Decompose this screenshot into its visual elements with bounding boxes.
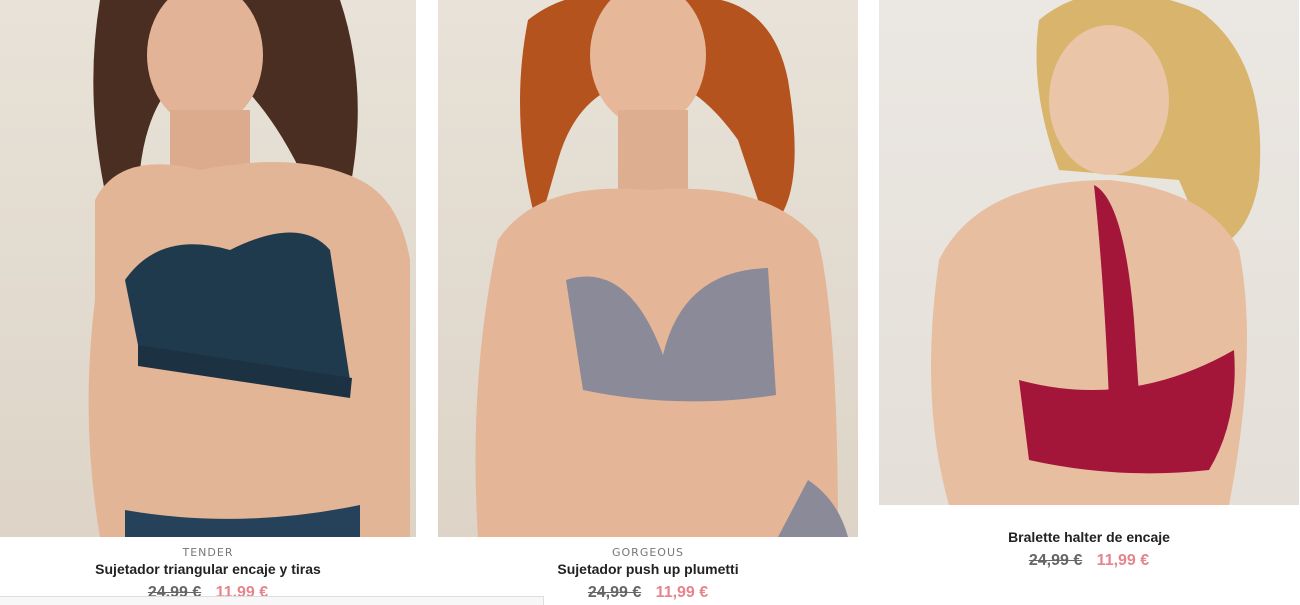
old-price: 24,99 € [587,584,642,601]
product-brand [879,513,1299,528]
product-image-3[interactable]: S M L XL [879,0,1299,505]
old-price: 24,99 € [1028,552,1083,569]
sale-price: 11,99 € [1096,552,1150,569]
product-name[interactable]: Bralette halter de encaje [879,529,1299,546]
product-name[interactable]: Sujetador push up plumetti [438,561,858,578]
product-name[interactable]: Sujetador triangular encaje y tiras [0,561,416,578]
product-brand: TENDER [182,546,234,559]
product-brand: GORGEOUS [612,546,684,559]
product-info-3: Bralette halter de encaje 24,99 € 11,99 … [879,513,1299,571]
product-card-2[interactable]: GORGEOUS Sujetador push up plumetti 24,9… [438,0,858,603]
product-info-1: TENDER Sujetador triangular encaje y tir… [0,545,416,603]
product-card-1[interactable]: TENDER Sujetador triangular encaje y tir… [0,0,416,603]
product-image-1[interactable] [0,0,416,537]
product-photo-illustration-3 [931,0,1261,505]
sale-price: 11,99 € [655,584,709,601]
product-photo-illustration-2 [475,0,848,537]
product-card-3[interactable]: S M L XL Bralette halter de encaje 24,99… [879,0,1299,571]
product-image-2[interactable] [438,0,858,537]
product-photo-illustration-1 [88,0,411,537]
product-prices: 24,99 € 11,99 € [879,551,1299,571]
product-info-2: GORGEOUS Sujetador push up plumetti 24,9… [438,545,858,603]
product-grid: TENDER Sujetador triangular encaje y tir… [0,0,1300,604]
